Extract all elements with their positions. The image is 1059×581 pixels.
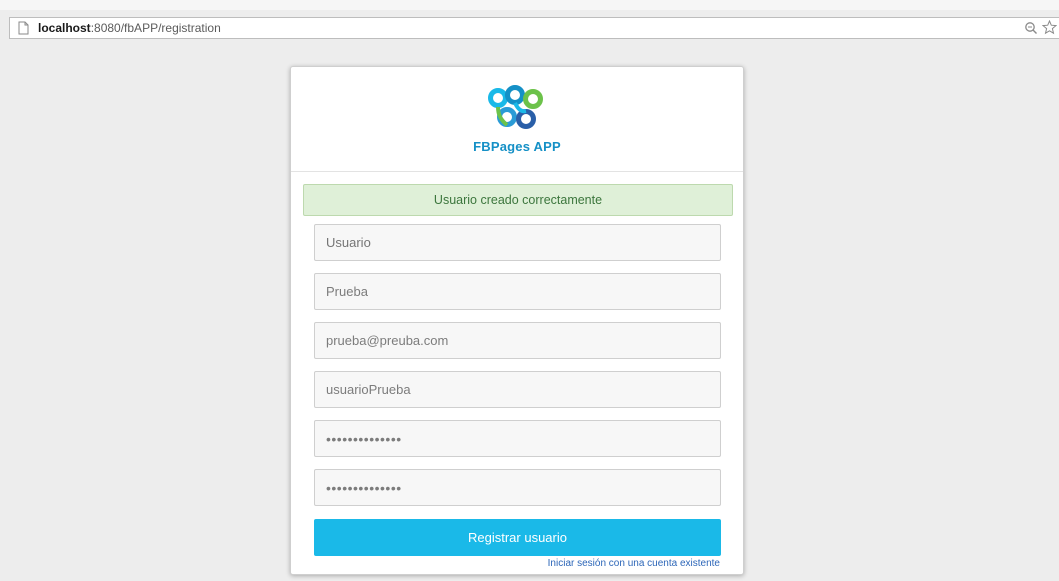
bookmark-star-icon[interactable] (1041, 19, 1058, 40)
fbpages-logo-icon (488, 85, 543, 129)
register-user-button[interactable]: Registrar usuario (314, 519, 721, 556)
email-input[interactable] (314, 322, 721, 359)
address-bar[interactable]: localhost:8080/fbAPP/registration (9, 17, 1059, 39)
zoom-icon[interactable] (1024, 21, 1038, 40)
login-existing-account-link[interactable]: Iniciar sesión con una cuenta existente (548, 558, 720, 569)
page-icon (17, 21, 30, 35)
browser-top-strip (0, 0, 1059, 10)
logo-text: FBPages APP (473, 139, 561, 154)
url-text[interactable]: localhost:8080/fbAPP/registration (38, 21, 221, 35)
password-confirm-input[interactable] (314, 469, 721, 506)
registration-card: FBPages APP Usuario creado correctamente… (290, 66, 744, 575)
surname-input[interactable] (314, 273, 721, 310)
password-input[interactable] (314, 420, 721, 457)
url-path: :8080/fbAPP/registration (90, 21, 221, 35)
username-input[interactable] (314, 371, 721, 408)
url-host: localhost (38, 21, 91, 35)
usuario-input[interactable] (314, 224, 721, 261)
url-tools (1024, 19, 1058, 40)
success-alert: Usuario creado correctamente (303, 184, 733, 216)
card-header: FBPages APP (291, 67, 743, 172)
